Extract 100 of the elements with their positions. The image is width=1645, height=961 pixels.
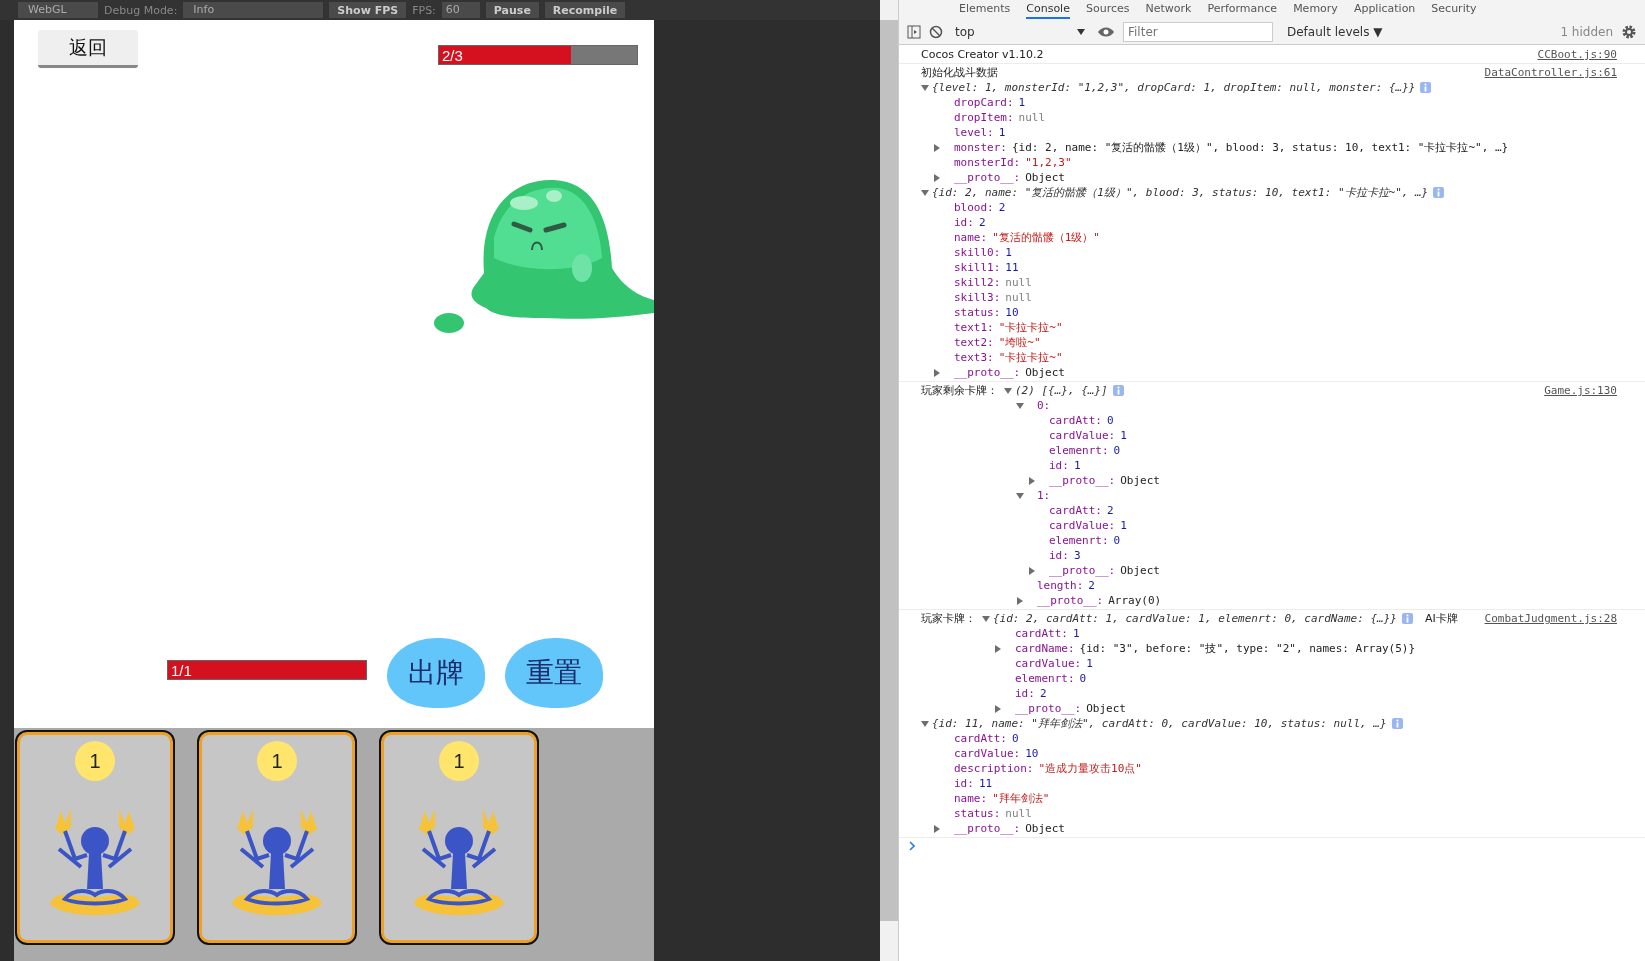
filter-input[interactable]: Filter	[1123, 21, 1273, 42]
property-name: length:	[1036, 578, 1084, 593]
object-preview[interactable]: (2) [{…}, {…}]	[1015, 383, 1108, 398]
scrollbar[interactable]	[880, 0, 898, 961]
devtools-tab[interactable]: Performance	[1207, 0, 1278, 19]
property-value: 1	[998, 125, 1006, 140]
property-name: 0:	[1036, 398, 1051, 413]
collapsed-arrow-icon[interactable]	[994, 704, 1002, 713]
property-value: 3	[1073, 548, 1081, 563]
object-preview[interactable]: {id: 2, cardAtt: 1, cardValue: 1, elemenrt: 0, cardName: {…}}	[993, 611, 1397, 626]
collapsed-arrow-icon[interactable]	[933, 143, 941, 152]
object-preview[interactable]: {level: 1, monsterId: "1,2,3", dropCard: 1, dropItem: null, monster: {…}}	[932, 80, 1416, 95]
card[interactable]: 1	[381, 732, 537, 943]
property-value: {id: "3", before: "技", type: "2", names: Array(5)}	[1079, 641, 1416, 656]
log-message: 初始化战斗数据	[921, 65, 998, 80]
back-button[interactable]: 返回	[38, 30, 138, 68]
hidden-count: 1 hidden	[1560, 24, 1613, 39]
property-value: 2	[1088, 578, 1095, 593]
property-value: 1	[1086, 656, 1093, 671]
property-name: cardValue:	[1014, 656, 1082, 671]
property-name: __proto__:	[1036, 593, 1104, 608]
property-value: 0	[1113, 533, 1121, 548]
action-button[interactable]: 出牌	[387, 638, 485, 708]
expanded-arrow-icon[interactable]	[921, 719, 929, 728]
property-value: 0	[1113, 443, 1121, 458]
property-name: cardName:	[1014, 641, 1075, 656]
object-preview[interactable]: {id: 11, name: "拜年剑法", cardAtt: 0, cardValue: 10, status: null, …}	[932, 716, 1387, 731]
property-name: cardAtt:	[953, 731, 1007, 746]
property-value: 2	[1107, 503, 1114, 518]
card[interactable]: 1	[199, 732, 355, 943]
devtools-tab[interactable]: Memory	[1293, 0, 1338, 19]
devtools-tab[interactable]: Elements	[959, 0, 1011, 19]
log-message: 玩家卡牌：	[921, 611, 976, 626]
property-name: text1:	[953, 320, 994, 335]
card[interactable]: 1	[17, 732, 173, 943]
sidebar-toggle-icon[interactable]	[907, 24, 921, 39]
toolbar-label: Debug Mode:	[104, 3, 178, 17]
property-value: 10	[1025, 746, 1039, 761]
devtools-tab[interactable]: Security	[1431, 0, 1477, 19]
clear-console-icon[interactable]	[929, 24, 943, 39]
source-link[interactable]: DataController.js:61	[1484, 65, 1617, 80]
property-value: 2	[978, 215, 986, 230]
property-value: 2	[1039, 686, 1047, 701]
mode-select[interactable]: WebGL	[18, 2, 98, 18]
property-name: id:	[953, 776, 974, 791]
expanded-arrow-icon[interactable]	[921, 83, 929, 92]
source-link[interactable]: CCBoot.js:90	[1537, 47, 1617, 62]
collapsed-arrow-icon[interactable]	[994, 644, 1002, 653]
object-preview[interactable]: {id: 2, name: "复活的骷髅（1级）", blood: 3, status: 10, text1: "卡拉卡拉~", …}	[932, 185, 1429, 200]
collapsed-arrow-icon[interactable]	[933, 824, 941, 833]
property-name: cardAtt:	[1048, 413, 1102, 428]
prompt-icon	[909, 841, 915, 851]
property-value: 0	[1012, 731, 1019, 746]
context-select[interactable]: top	[951, 24, 1089, 39]
expanded-arrow-icon[interactable]	[1016, 401, 1024, 410]
property-value: Object	[1120, 563, 1160, 578]
health-text: 1/1	[170, 662, 192, 679]
property-name: __proto__:	[1048, 473, 1116, 488]
toolbar-button[interactable]: Recompile	[544, 2, 626, 18]
collapsed-arrow-icon[interactable]	[1028, 476, 1036, 485]
caret-icon	[1077, 28, 1085, 35]
property-name: 1:	[1036, 488, 1051, 503]
property-name: __proto__:	[953, 170, 1021, 185]
settings-icon[interactable]	[1621, 23, 1637, 40]
collapsed-arrow-icon[interactable]	[933, 368, 941, 377]
devtools-tab[interactable]: Application	[1353, 0, 1416, 19]
collapsed-arrow-icon[interactable]	[1028, 566, 1036, 575]
log-message: Cocos Creator v1.10.2	[921, 47, 1044, 62]
toolbar-label: FPS:	[412, 3, 436, 17]
devtools-tab[interactable]: Network	[1145, 0, 1192, 19]
expanded-arrow-icon[interactable]	[921, 188, 929, 197]
collapsed-arrow-icon[interactable]	[1016, 596, 1024, 605]
cost-badge: 1	[75, 741, 115, 781]
expanded-arrow-icon[interactable]	[1004, 386, 1012, 395]
log-levels-dropdown[interactable]: Default levels ▼	[1287, 24, 1383, 39]
source-link[interactable]: Game.js:130	[1544, 383, 1617, 398]
eye-icon[interactable]	[1097, 25, 1115, 38]
property-name: id:	[1048, 548, 1069, 563]
property-name: cardValue:	[1048, 518, 1116, 533]
property-value: 1	[1120, 518, 1127, 533]
property-name: __proto__:	[953, 365, 1021, 380]
source-link[interactable]: CombatJudgment.js:28	[1484, 611, 1617, 626]
property-value: null	[1005, 275, 1032, 290]
expanded-arrow-icon[interactable]	[1016, 491, 1024, 500]
health-text: 2/3	[441, 47, 463, 64]
action-button[interactable]: 重置	[505, 638, 603, 708]
fps-input[interactable]: 60	[441, 2, 480, 18]
property-value: "1,2,3"	[1025, 155, 1072, 170]
property-name: elemenrt:	[1048, 533, 1109, 548]
property-value: "垮啦~"	[998, 335, 1041, 350]
property-value: 2	[998, 200, 1006, 215]
toolbar-button[interactable]: Show FPS	[329, 2, 407, 18]
property-value: "卡拉卡拉~"	[998, 320, 1063, 335]
toolbar-button[interactable]: Pause	[485, 2, 539, 18]
property-name: dropCard:	[953, 95, 1014, 110]
collapsed-arrow-icon[interactable]	[933, 173, 941, 182]
mode-select[interactable]: Info	[183, 2, 324, 18]
property-value: null	[1005, 290, 1032, 305]
devtools-tab[interactable]: Sources	[1085, 0, 1130, 19]
expanded-arrow-icon[interactable]	[982, 614, 990, 623]
